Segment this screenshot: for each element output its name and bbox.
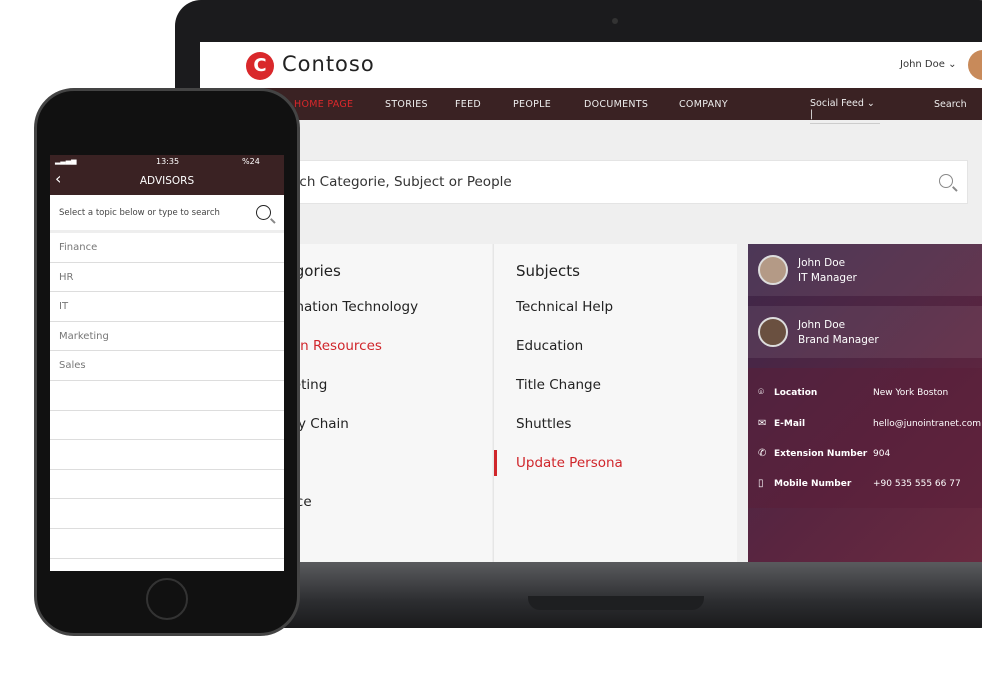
home-button[interactable] [146, 578, 188, 620]
main-nav: HOME PAGE STORIES FEED PEOPLE DOCUMENTS … [200, 88, 982, 124]
empty-row [50, 411, 284, 441]
search-box [260, 160, 968, 204]
profile-card[interactable]: John Doe IT Manager [748, 244, 982, 296]
detail-label: Extension Number [774, 449, 868, 459]
detail-label: Mobile Number [774, 479, 852, 489]
detail-value: +90 535 555 66 77 [873, 479, 961, 489]
profile-name: John Doe [798, 319, 846, 331]
logo-icon[interactable]: C [246, 52, 274, 80]
empty-row [50, 470, 284, 500]
topic-item[interactable]: HR [50, 263, 284, 293]
nav-stories[interactable]: STORIES [385, 99, 428, 110]
search-icon[interactable] [256, 205, 271, 220]
camera [612, 18, 618, 24]
phone-title: ADVISORS [139, 175, 195, 187]
laptop-base [190, 562, 982, 628]
nav-documents[interactable]: DOCUMENTS [584, 99, 648, 110]
subject-item[interactable]: Education [516, 338, 583, 354]
nav-people[interactable]: PEOPLE [513, 99, 551, 110]
status-time: 13:35 [156, 157, 180, 166]
mobile-icon: ▯ [758, 478, 764, 489]
profile-card[interactable]: John Doe Brand Manager [748, 306, 982, 358]
topic-item[interactable]: Marketing [50, 322, 284, 352]
phone-screen: ▂▃▄▅ 13:35 %24 ‹ ADVISORS Select a topic… [50, 155, 284, 571]
details-section: ⌾ Location New York Boston ✉ E-Mail hell… [748, 368, 982, 508]
detail-value: New York Boston [873, 388, 949, 398]
subject-item[interactable]: Title Change [516, 377, 601, 393]
nav-company[interactable]: COMPANY [679, 99, 728, 110]
subject-item[interactable]: Update Persona [516, 455, 623, 471]
subject-item[interactable]: Shuttles [516, 416, 571, 432]
user-menu[interactable]: John Doe ⌄ [900, 59, 956, 70]
profile-panel: John Doe IT Manager John Doe Brand Manager… [748, 244, 982, 562]
search-input[interactable] [261, 161, 901, 203]
active-indicator [494, 450, 497, 476]
nav-home[interactable]: HOME PAGE [294, 99, 353, 110]
mail-icon: ✉ [758, 418, 767, 429]
battery-level: %24 [242, 157, 260, 166]
profile-name: John Doe [798, 257, 846, 269]
profile-role: IT Manager [798, 272, 857, 284]
search-icon[interactable] [939, 174, 953, 188]
detail-value: 904 [873, 449, 891, 459]
laptop-notch [528, 596, 704, 610]
empty-row [50, 499, 284, 529]
detail-label: E-Mail [774, 419, 806, 429]
subjects-column: Subjects Technical Help Education Title … [493, 244, 737, 562]
nav-search[interactable]: Search [934, 99, 967, 110]
topic-item[interactable]: Finance [50, 233, 284, 263]
detail-value[interactable]: hello@junointranet.com [873, 419, 981, 429]
avatar [758, 255, 788, 285]
social-feed-dropdown[interactable]: Social Feed ⌄ | [810, 98, 880, 124]
signal-icon: ▂▃▄▅ [55, 157, 77, 165]
empty-row [50, 381, 284, 411]
phone-header: ▂▃▄▅ 13:35 %24 ‹ ADVISORS [50, 155, 284, 195]
empty-row [50, 529, 284, 559]
subject-item[interactable]: Technical Help [516, 299, 613, 315]
header: C Contoso John Doe ⌄ [200, 42, 982, 88]
subjects-title: Subjects [516, 262, 580, 280]
location-pin-icon: ⌾ [758, 387, 764, 398]
empty-row [50, 440, 284, 470]
avatar[interactable] [968, 50, 982, 80]
detail-label: Location [774, 388, 818, 398]
phone-search-placeholder: Select a topic below or type to search [59, 208, 220, 218]
profile-role: Brand Manager [798, 334, 879, 346]
brand-name[interactable]: Contoso [282, 52, 375, 76]
phone-search[interactable]: Select a topic below or type to search [50, 195, 284, 233]
avatar [758, 317, 788, 347]
nav-feed[interactable]: FEED [455, 99, 481, 110]
desktop-screen: C Contoso John Doe ⌄ HOME PAGE STORIES F… [200, 42, 982, 562]
phone-icon: ✆ [758, 448, 767, 459]
topic-item[interactable]: Sales [50, 351, 284, 381]
topic-item[interactable]: IT [50, 292, 284, 322]
